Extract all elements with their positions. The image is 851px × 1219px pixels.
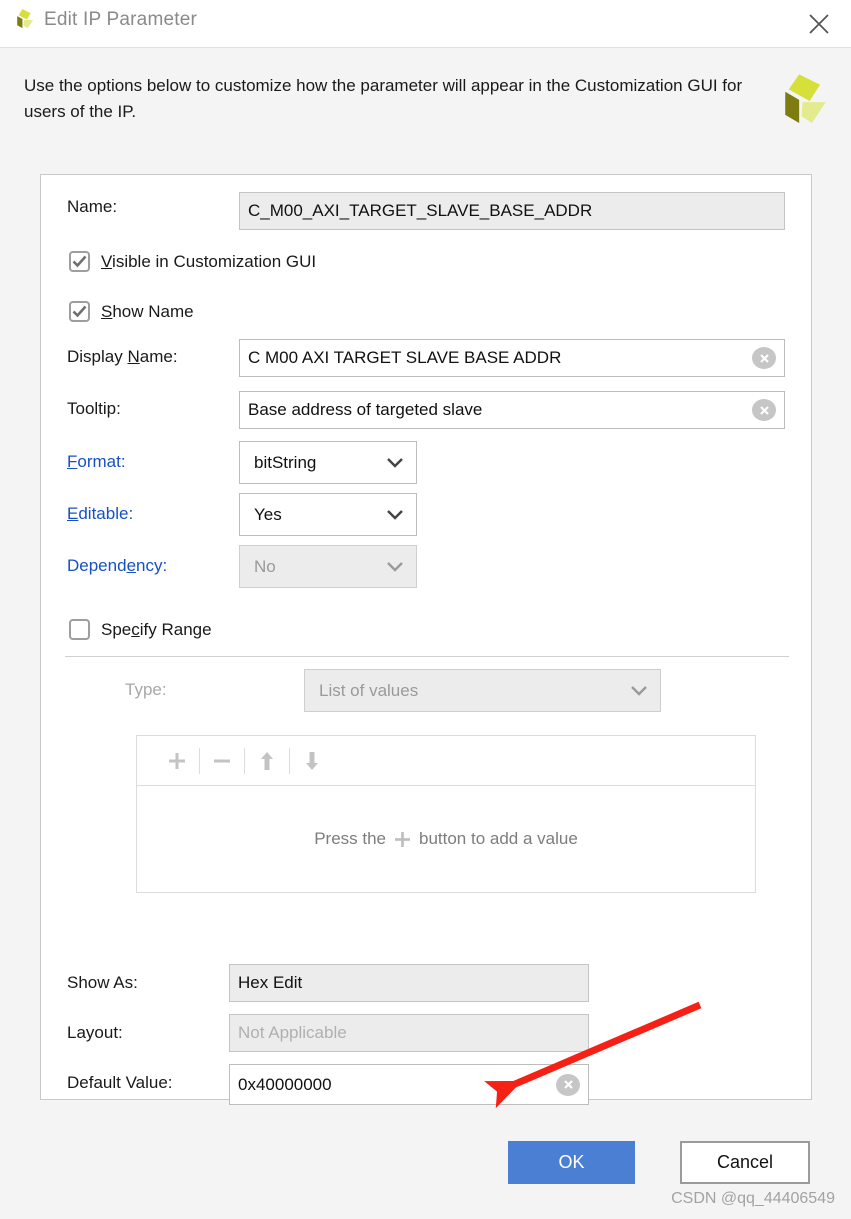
layout-label: Layout: (67, 1023, 123, 1042)
editable-label[interactable]: Editable: (67, 504, 133, 524)
visible-in-gui-checkbox[interactable] (69, 251, 90, 272)
clear-icon[interactable] (556, 1073, 580, 1096)
layout-field: Not Applicable (229, 1014, 589, 1052)
display-name-label: Display Name: (67, 347, 178, 366)
range-section-divider (65, 656, 789, 657)
tooltip-field[interactable]: Base address of targeted slave (239, 391, 785, 429)
show-as-field: Hex Edit (229, 964, 589, 1002)
range-values-empty-message: Press the button to add a value (137, 786, 755, 892)
editable-combobox[interactable]: Yes (239, 493, 417, 536)
format-label[interactable]: Format: (67, 452, 126, 472)
chevron-down-icon (387, 562, 403, 572)
tooltip-value: Base address of targeted slave (248, 400, 483, 419)
dialog-header: Use the options below to customize how t… (0, 47, 851, 159)
dependency-row: Dependency: (67, 556, 167, 576)
dependency-value: No (254, 556, 276, 576)
range-type-combobox: List of values (304, 669, 661, 712)
dependency-combobox: No (239, 545, 417, 588)
layout-row: Layout: (67, 1023, 123, 1043)
range-values-toolbar (137, 736, 755, 786)
dependency-label[interactable]: Dependency: (67, 556, 167, 576)
default-value-row: Default Value: (67, 1073, 173, 1093)
cancel-button[interactable]: Cancel (680, 1141, 810, 1184)
chevron-down-icon (387, 510, 403, 520)
parameter-form-panel: Name: C_M00_AXI_TARGET_SLAVE_BASE_ADDR V… (40, 174, 812, 1105)
chevron-down-icon (387, 458, 403, 468)
format-row: Format: (67, 452, 126, 472)
tooltip-row: Tooltip: (67, 399, 121, 419)
show-name-checkbox-row[interactable]: Show Name (69, 301, 194, 322)
display-name-row: Display Name: (67, 347, 178, 367)
show-as-value: Hex Edit (238, 973, 303, 992)
display-name-value: C M00 AXI TARGET SLAVE BASE ADDR (248, 348, 562, 367)
cancel-button-label: Cancel (716, 1152, 774, 1172)
range-type-label: Type: (125, 680, 167, 699)
visible-in-gui-label: Visible in Customization GUI (101, 251, 317, 271)
title-bar-left-group: Edit IP Parameter (10, 8, 197, 32)
chevron-down-icon (631, 686, 647, 696)
tooltip-label: Tooltip: (67, 399, 121, 418)
clear-icon[interactable] (752, 399, 776, 421)
name-value: C_M00_AXI_TARGET_SLAVE_BASE_ADDR (248, 201, 593, 220)
move-down-button[interactable] (290, 745, 334, 777)
format-value: bitString (254, 452, 317, 472)
default-value-text: 0x40000000 (238, 1074, 332, 1094)
xilinx-logo-icon (769, 72, 827, 130)
display-name-field[interactable]: C M00 AXI TARGET SLAVE BASE ADDR (239, 339, 785, 377)
ok-button[interactable]: OK (508, 1141, 635, 1184)
editable-row: Editable: (67, 504, 133, 524)
name-label: Name: (67, 197, 118, 216)
layout-value: Not Applicable (238, 1023, 347, 1042)
range-type-row: Type: (125, 680, 167, 700)
plus-icon (393, 830, 412, 849)
empty-text-after: button to add a value (419, 829, 578, 848)
specify-range-label: Specify Range (101, 619, 212, 639)
show-as-label: Show As: (67, 973, 138, 992)
window-title-bar: Edit IP Parameter (0, 0, 851, 47)
range-values-listbox: Press the button to add a value (136, 735, 756, 893)
empty-text-before: Press the (314, 829, 386, 848)
name-row: Name: (67, 197, 239, 217)
range-type-value: List of values (319, 680, 419, 700)
move-up-button[interactable] (245, 745, 289, 777)
clear-icon[interactable] (752, 347, 776, 369)
default-value-field[interactable]: 0x40000000 (229, 1064, 589, 1105)
show-name-checkbox[interactable] (69, 301, 90, 322)
specify-range-checkbox[interactable] (69, 619, 90, 640)
editable-value: Yes (254, 504, 282, 524)
remove-value-button[interactable] (200, 745, 244, 777)
show-as-row: Show As: (67, 973, 138, 993)
watermark-text: CSDN @qq_44406549 (671, 1190, 835, 1207)
show-name-label: Show Name (101, 301, 194, 321)
xilinx-logo-icon (10, 8, 34, 32)
close-icon[interactable] (803, 8, 835, 40)
header-description: Use the options below to customize how t… (24, 76, 743, 121)
add-value-button[interactable] (155, 745, 199, 777)
default-value-label: Default Value: (67, 1073, 173, 1092)
specify-range-checkbox-row[interactable]: Specify Range (69, 619, 212, 640)
name-field: C_M00_AXI_TARGET_SLAVE_BASE_ADDR (239, 192, 785, 230)
window-title: Edit IP Parameter (44, 9, 198, 30)
ok-button-label: OK (558, 1152, 585, 1172)
visible-in-gui-checkbox-row[interactable]: Visible in Customization GUI (69, 251, 316, 272)
format-combobox[interactable]: bitString (239, 441, 417, 484)
